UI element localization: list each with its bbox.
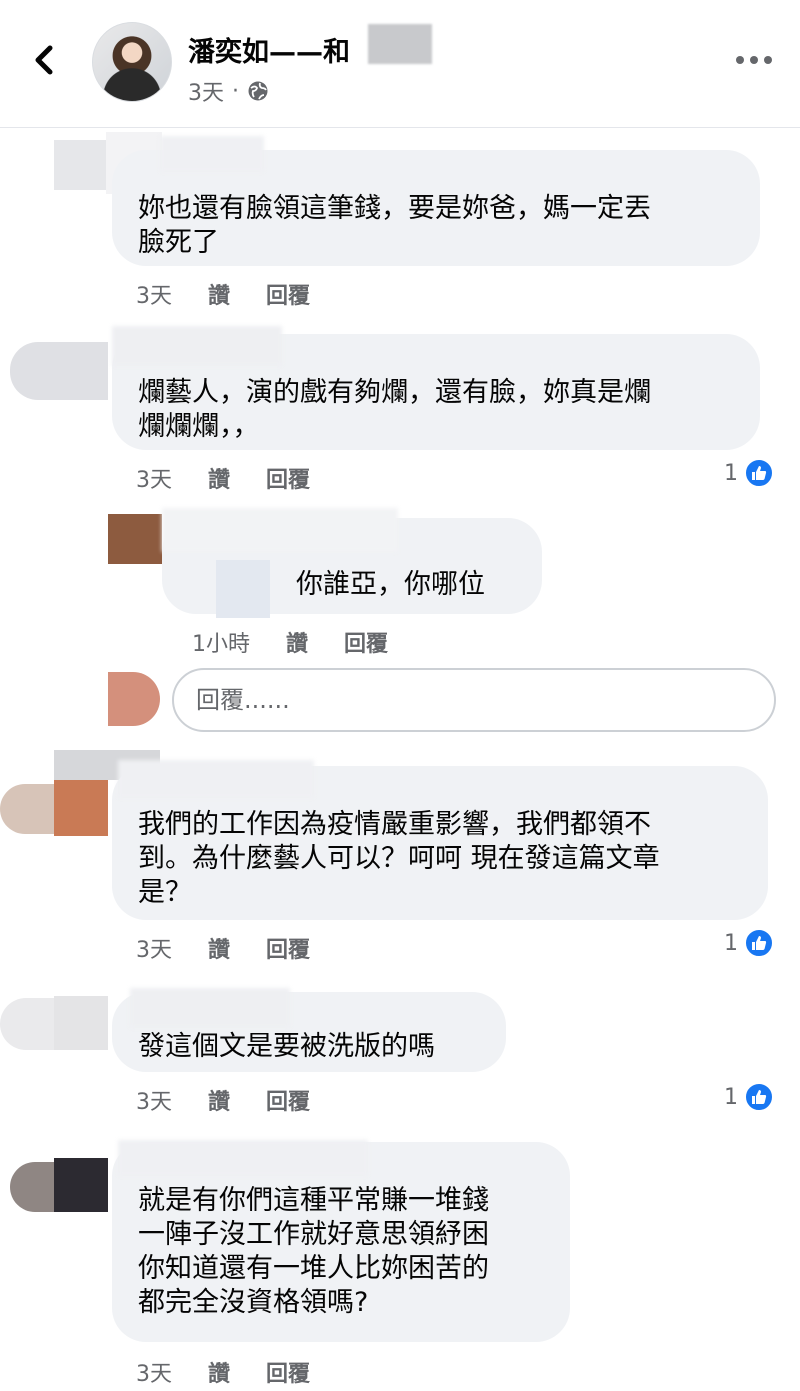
comment-actions: 3天 讚 回覆 [136,462,310,494]
censored-avatar-block [54,780,108,836]
reply-button[interactable]: 回覆 [344,626,388,658]
comment-time[interactable]: 3天 [136,462,172,494]
comment-time[interactable]: 3天 [136,278,172,310]
post-time[interactable]: 3天 [188,75,224,107]
censored-avatar-block [54,140,106,190]
globe-icon [248,81,268,101]
comment-actions: 1小時 讚 回覆 [192,626,388,658]
like-button[interactable]: 讚 [208,1356,230,1388]
comment-time[interactable]: 3天 [136,1084,172,1116]
comment-text: 妳也還有臉領這筆錢，要是妳爸，媽一定丟 臉死了 [138,193,651,258]
censored-name-block [118,760,314,798]
censored-name-block [368,24,432,64]
like-count[interactable]: 1 [724,928,774,958]
censored-name-block [160,136,264,172]
comment-text: 你誰亞，你哪位 [296,569,485,600]
censored-avatar-block [108,514,162,564]
like-count[interactable]: 1 [724,1082,774,1112]
censored-name-block [162,508,398,552]
reply-button[interactable]: 回覆 [266,462,310,494]
like-button[interactable]: 讚 [208,932,230,964]
comment-actions: 3天 讚 回覆 [136,1084,310,1116]
thumbs-up-icon [744,458,774,488]
reply-button[interactable]: 回覆 [266,1356,310,1388]
comment-actions: 3天 讚 回覆 [136,932,310,964]
like-count[interactable]: 1 [724,458,774,488]
like-button[interactable]: 讚 [208,1084,230,1116]
comment-time[interactable]: 1小時 [192,626,250,658]
post-author-title[interactable]: 潘奕如——和 [188,30,350,69]
censored-name-block [118,1140,368,1176]
comment-text: 我們的工作因為疫情嚴重影響，我們都領不 到。為什麼藝人可以？呵呵 現在發這篇文章… [138,809,660,908]
more-dots-icon [736,56,772,64]
author-avatar[interactable] [92,22,172,102]
back-button[interactable] [30,40,62,80]
post-header: 潘奕如——和 3天 · [0,0,800,128]
post-meta: 3天 · [188,75,269,107]
censored-avatar-block [10,342,108,400]
chevron-left-icon [35,45,53,75]
comment-time[interactable]: 3天 [136,932,172,964]
like-count-number: 1 [724,930,738,956]
thumbs-up-icon [744,928,774,958]
censored-avatar-block [54,1158,108,1212]
censored-name-block [112,326,282,366]
comment-time[interactable]: 3天 [136,1356,172,1388]
censored-name-block [130,988,290,1028]
like-button[interactable]: 讚 [286,626,308,658]
reply-button[interactable]: 回覆 [266,1084,310,1116]
current-user-avatar [108,672,160,726]
thumbs-up-icon [744,1082,774,1112]
comment-text: 就是有你們這種平常賺一堆錢 一陣子沒工作就好意思領紓困 你知道還有一堆人比妳困苦… [138,1185,489,1318]
comment-text: 爛藝人，演的戲有夠爛，還有臉，妳真是爛 爛爛爛，， [138,377,651,442]
censored-avatar-block [10,1162,54,1212]
censored-avatar-block [54,996,108,1050]
more-options-button[interactable] [734,50,774,70]
censored-avatar-block [0,998,54,1050]
comment-actions: 3天 讚 回覆 [136,278,310,310]
censored-avatar-block [0,784,54,834]
like-button[interactable]: 讚 [208,278,230,310]
like-count-number: 1 [724,460,738,486]
reply-button[interactable]: 回覆 [266,278,310,310]
meta-separator: · [232,78,239,104]
comment-text: 發這個文是要被洗版的嗎 [138,1031,435,1062]
reply-button[interactable]: 回覆 [266,932,310,964]
reply-input[interactable] [172,668,776,732]
like-button[interactable]: 讚 [208,462,230,494]
censored-name-block [216,560,270,618]
comment-actions: 3天 讚 回覆 [136,1356,310,1388]
like-count-number: 1 [724,1084,738,1110]
